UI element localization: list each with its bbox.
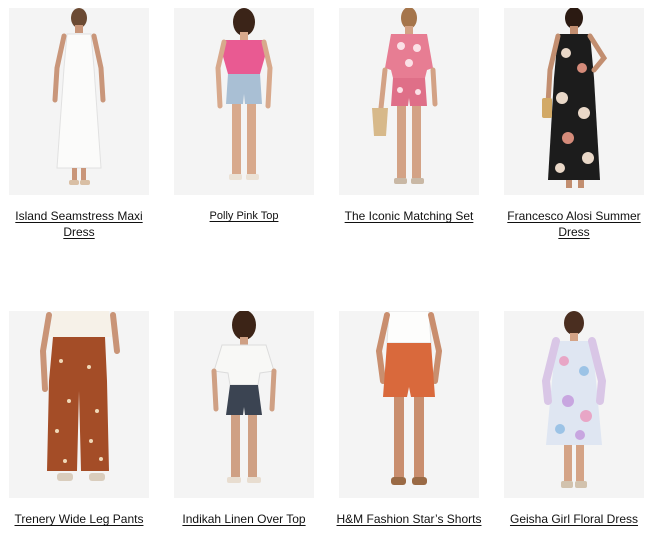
product-image[interactable]	[504, 311, 644, 498]
model-figure	[174, 311, 314, 498]
model-figure	[339, 311, 479, 498]
product-card[interactable]: Geisha Girl Floral Dress	[504, 311, 650, 544]
product-card[interactable]: H&M Fashion Star’s Shorts	[337, 311, 504, 544]
product-image[interactable]	[9, 8, 149, 195]
product-grid: Island Seamstress Maxi Dress Polly Pink …	[0, 0, 650, 544]
model-figure	[339, 8, 479, 195]
product-name[interactable]: Geisha Girl Floral Dress	[498, 511, 650, 527]
model-figure	[504, 8, 644, 195]
model-figure	[174, 8, 314, 195]
product-card[interactable]: Polly Pink Top	[174, 8, 339, 248]
product-name[interactable]: Trenery Wide Leg Pants	[3, 511, 155, 527]
product-image[interactable]	[9, 311, 149, 498]
model-figure	[9, 311, 149, 498]
product-image[interactable]	[504, 8, 644, 195]
product-card[interactable]: Island Seamstress Maxi Dress	[9, 8, 174, 248]
product-name[interactable]: Polly Pink Top	[168, 208, 320, 224]
product-image[interactable]	[174, 8, 314, 195]
model-figure	[504, 311, 644, 498]
product-card[interactable]: Trenery Wide Leg Pants	[9, 311, 174, 544]
product-name[interactable]: Francesco Alosi Summer Dress	[498, 208, 650, 240]
model-figure	[9, 8, 149, 195]
product-card[interactable]: Francesco Alosi Summer Dress	[504, 8, 650, 248]
product-card[interactable]: Indikah Linen Over Top	[174, 311, 339, 544]
product-image[interactable]	[174, 311, 314, 498]
product-name[interactable]: H&M Fashion Star’s Shorts	[333, 511, 485, 527]
product-image[interactable]	[339, 8, 479, 195]
product-name[interactable]: The Iconic Matching Set	[333, 208, 485, 224]
product-card[interactable]: The Iconic Matching Set	[339, 8, 504, 248]
product-name[interactable]: Indikah Linen Over Top	[168, 511, 320, 527]
product-image[interactable]	[339, 311, 479, 498]
product-name[interactable]: Island Seamstress Maxi Dress	[3, 208, 155, 240]
